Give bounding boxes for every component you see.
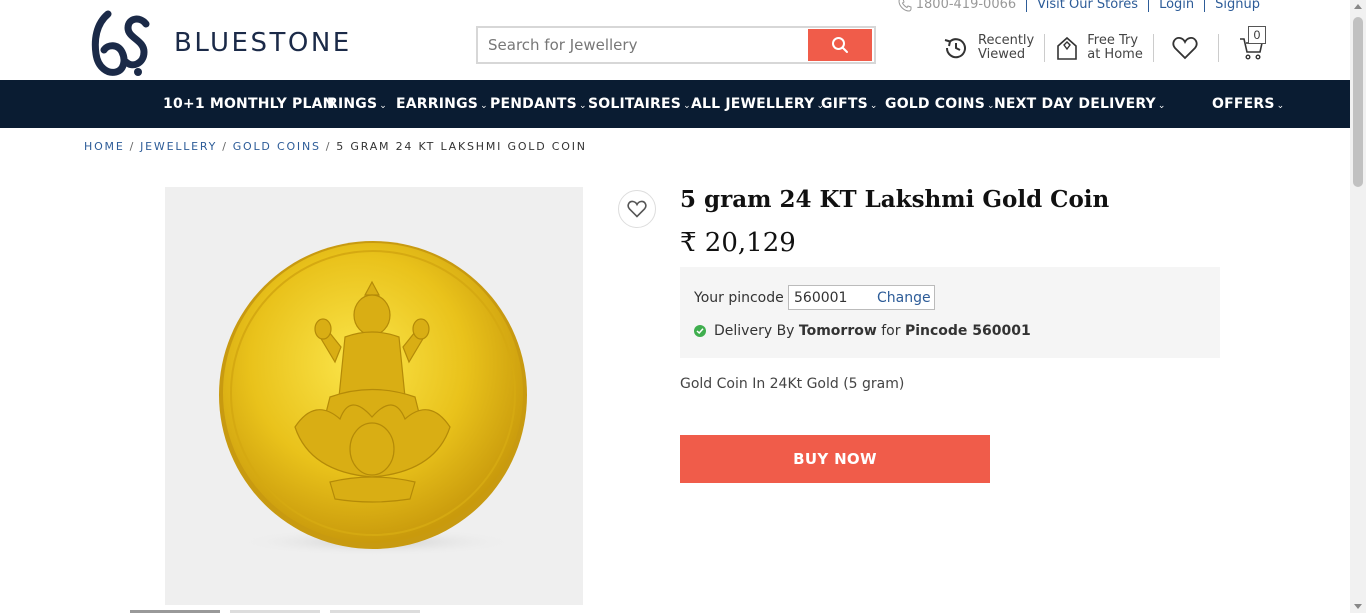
wishlist-button[interactable] [1154, 36, 1218, 60]
chevron-down-icon: ⌄ [1157, 101, 1166, 111]
login-link[interactable]: Login [1148, 0, 1204, 12]
nav-item-offers[interactable]: OFFERS ⌄ [1212, 96, 1284, 112]
main-nav: 10+1 MONTHLY PLAN RINGS ⌄ EARRINGS ⌄ PENDA… [0, 80, 1350, 128]
pincode-panel: Your pincode 560001 Change Delivery By T… [680, 267, 1220, 358]
breadcrumb-current: 5 GRAM 24 KT LAKSHMI GOLD COIN [336, 140, 587, 153]
chevron-down-icon: ⌄ [480, 101, 488, 111]
delivery-pincode: Pincode 560001 [904, 323, 1031, 339]
check-icon [694, 325, 706, 337]
phone-icon [898, 0, 912, 12]
chevron-down-icon: ⌄ [683, 101, 691, 111]
phone-number: 1800-419-0066 [915, 0, 1017, 12]
recently-viewed-label: Recently Viewed [978, 33, 1035, 62]
scrollbar-thumb[interactable] [1353, 17, 1363, 187]
delivery-prefix: Delivery By [714, 323, 795, 339]
buy-now-button[interactable]: BUY NOW [680, 435, 990, 483]
nav-item-monthly-plan[interactable]: 10+1 MONTHLY PLAN [163, 96, 335, 112]
top-links: 1800-419-0066 Visit Our Stores Login Sig… [888, 0, 1270, 12]
nav-item-gold-coins[interactable]: GOLD COINS ⌄ [885, 96, 995, 112]
nav-item-pendants[interactable]: PENDANTS ⌄ [490, 96, 587, 112]
delivery-for: for [881, 323, 901, 339]
chevron-down-icon: ⌄ [578, 101, 587, 111]
search-bar [476, 26, 876, 64]
product-wishlist-button[interactable] [618, 190, 656, 228]
heart-icon [1172, 37, 1198, 60]
header-actions: Recently Viewed Free Try at Home [932, 34, 1275, 62]
pincode-label: Your pincode [694, 290, 784, 306]
product-title: 5 gram 24 KT Lakshmi Gold Coin [680, 186, 1110, 213]
free-try-label: Free Try at Home [1087, 33, 1143, 62]
product-image[interactable] [165, 187, 583, 605]
scroll-up-icon[interactable] [1354, 4, 1362, 9]
nav-item-next-day-delivery[interactable]: NEXT DAY DELIVERY ⌄ [994, 96, 1166, 112]
breadcrumb: HOME / JEWELLERY / GOLD COINS/5 GRAM 24 KT L… [84, 140, 587, 153]
signup-link[interactable]: Signup [1204, 0, 1270, 12]
page-scrollbar[interactable] [1350, 0, 1366, 613]
scroll-down-icon[interactable] [1354, 604, 1362, 609]
breadcrumb-jewellery[interactable]: JEWELLERY [140, 140, 217, 153]
pincode-field[interactable]: 560001 Change [788, 285, 935, 310]
cart-count-badge: 0 [1248, 26, 1266, 44]
heart-icon [627, 200, 647, 218]
visit-stores-link[interactable]: Visit Our Stores [1026, 0, 1148, 12]
recently-viewed-button[interactable]: Recently Viewed [932, 34, 1044, 62]
chevron-down-icon: ⌄ [379, 101, 388, 111]
header: BLUESTONE 1800-419-0066 Visit Our Stores… [0, 0, 1350, 94]
home-try-icon [1057, 36, 1078, 60]
nav-item-earrings[interactable]: EARRINGS ⌄ [396, 96, 488, 112]
gold-coin-image [219, 241, 527, 556]
phone-link[interactable]: 1800-419-0066 [888, 0, 1026, 12]
chevron-down-icon: ⌄ [1276, 101, 1285, 111]
cart-button[interactable] [1219, 36, 1275, 60]
nav-item-all-jewellery[interactable]: ALL JEWELLERY ⌄ [691, 96, 824, 112]
search-icon [832, 37, 848, 53]
delivery-when: Tomorrow [798, 323, 877, 339]
nav-item-solitaires[interactable]: SOLITAIRES ⌄ [588, 96, 691, 112]
breadcrumb-home[interactable]: HOME [84, 140, 125, 153]
delivery-info: Delivery By Tomorrow for Pincode 560001 [694, 323, 1031, 339]
nav-item-rings[interactable]: RINGS ⌄ [327, 96, 387, 112]
search-input[interactable] [478, 28, 810, 62]
change-pincode-link[interactable]: Change [877, 290, 931, 306]
bluestone-logo-icon[interactable] [90, 10, 154, 78]
chevron-down-icon: ⌄ [869, 101, 878, 111]
pincode-value: 560001 [794, 289, 848, 306]
nav-item-gifts[interactable]: GIFTS ⌄ [821, 96, 878, 112]
free-try-button[interactable]: Free Try at Home [1045, 34, 1153, 62]
history-icon [944, 38, 966, 59]
product-price: ₹ 20,129 [680, 228, 796, 258]
product-description: Gold Coin In 24Kt Gold (5 gram) [680, 376, 905, 392]
search-button[interactable] [808, 29, 872, 61]
breadcrumb-gold-coins[interactable]: GOLD COINS [233, 140, 321, 153]
brand-name[interactable]: BLUESTONE [174, 28, 352, 58]
